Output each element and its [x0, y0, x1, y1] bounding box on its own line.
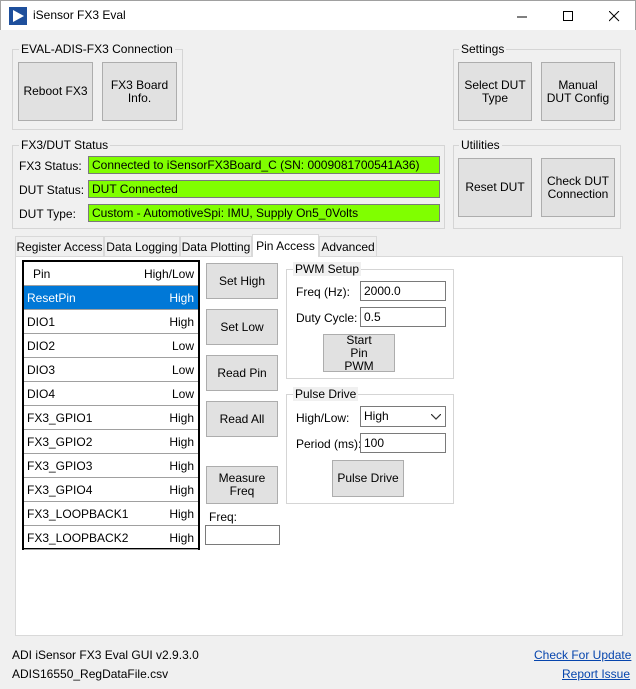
- tab-data-logging[interactable]: Data Logging: [104, 236, 180, 256]
- tab-advanced[interactable]: Advanced: [319, 236, 377, 256]
- status-group-title: FX3/DUT Status: [19, 138, 111, 152]
- check-for-update-link[interactable]: Check For Update: [534, 648, 631, 662]
- dut-status-label: DUT Status:: [19, 183, 85, 197]
- period-input[interactable]: [360, 433, 446, 453]
- pulse-level-select[interactable]: High: [360, 406, 446, 427]
- fx3-status-label: FX3 Status:: [19, 159, 82, 173]
- title-bar: iSensor FX3 Eval: [0, 0, 636, 30]
- pin-table[interactable]: Pin High/Low ResetPin High DIO1 High DIO2 Low…: [22, 260, 200, 550]
- pin-name-cell: FX3_GPIO3: [27, 459, 93, 473]
- pin-name-cell: FX3_GPIO4: [27, 483, 93, 497]
- minimize-icon: [516, 16, 527, 17]
- pin-name-cell: DIO4: [27, 387, 56, 401]
- pin-state-cell: High: [169, 459, 194, 473]
- pwm-setup-title: PWM Setup: [293, 262, 362, 276]
- pin-table-row[interactable]: DIO1 High: [24, 310, 198, 334]
- maximize-icon: [562, 10, 573, 21]
- pin-state-cell: Low: [171, 387, 194, 401]
- pin-state-cell: Low: [171, 339, 194, 353]
- pulse-drive-button[interactable]: Pulse Drive: [332, 460, 404, 497]
- pin-table-row[interactable]: DIO4 Low: [24, 382, 198, 406]
- pin-table-row[interactable]: ResetPin High: [24, 286, 198, 310]
- select-dut-type-button[interactable]: Select DUT Type: [458, 62, 532, 121]
- pin-name-cell: FX3_GPIO2: [27, 435, 93, 449]
- pulse-level-label: High/Low:: [296, 411, 350, 425]
- pin-state-cell: High: [169, 483, 194, 497]
- read-all-button[interactable]: Read All: [206, 401, 278, 437]
- report-issue-link[interactable]: Report Issue: [562, 667, 630, 681]
- data-file-text: ADIS16550_RegDataFile.csv: [12, 667, 169, 681]
- close-button[interactable]: [591, 1, 636, 31]
- pin-name-cell: ResetPin: [27, 291, 76, 305]
- dut-type-value: Custom - AutomotiveSpi: IMU, Supply On5_…: [88, 204, 440, 222]
- chevron-down-icon: [431, 414, 441, 420]
- fx3-board-info-button[interactable]: FX3 Board Info.: [102, 62, 177, 121]
- pin-state-cell: High: [169, 411, 194, 425]
- pwm-freq-label: Freq (Hz):: [296, 285, 350, 299]
- fx3-status-value: Connected to iSensorFX3Board_C (SN: 0009…: [88, 156, 440, 174]
- pin-name-cell: FX3_GPIO1: [27, 411, 93, 425]
- measure-freq-button[interactable]: Measure Freq: [206, 466, 278, 504]
- pin-state-cell: High: [169, 531, 194, 545]
- minimize-button[interactable]: [499, 1, 545, 31]
- set-low-button[interactable]: Set Low: [206, 309, 278, 345]
- pin-table-row[interactable]: DIO3 Low: [24, 358, 198, 382]
- freq-readout-field[interactable]: [205, 525, 280, 545]
- pin-state-cell: High: [169, 291, 194, 305]
- period-label: Period (ms):: [296, 437, 362, 451]
- pin-name-cell: DIO1: [27, 315, 56, 329]
- manual-dut-config-button[interactable]: Manual DUT Config: [541, 62, 615, 121]
- pin-table-row[interactable]: FX3_LOOPBACK1 High: [24, 502, 198, 526]
- window-title: iSensor FX3 Eval: [33, 8, 126, 22]
- connection-group-title: EVAL-ADIS-FX3 Connection: [19, 42, 175, 56]
- utilities-group-title: Utilities: [459, 138, 502, 152]
- pulse-level-value: High: [364, 409, 389, 423]
- check-dut-connection-button[interactable]: Check DUT Connection: [541, 158, 615, 217]
- pwm-freq-input[interactable]: [360, 281, 446, 301]
- pin-state-cell: Low: [171, 363, 194, 377]
- set-high-button[interactable]: Set High: [206, 263, 278, 299]
- state-column-header: High/Low: [143, 267, 194, 281]
- duty-cycle-label: Duty Cycle:: [296, 311, 358, 325]
- pin-state-cell: High: [169, 315, 194, 329]
- pin-table-row[interactable]: FX3_GPIO1 High: [24, 406, 198, 430]
- freq-label: Freq:: [209, 510, 238, 524]
- app-logo-icon: [9, 7, 27, 25]
- settings-group-title: Settings: [459, 42, 507, 56]
- pin-table-row[interactable]: FX3_LOOPBACK2 High: [24, 526, 198, 550]
- pin-state-cell: High: [169, 507, 194, 521]
- start-pin-pwm-button[interactable]: Start Pin PWM: [323, 333, 395, 372]
- duty-cycle-input[interactable]: [360, 307, 446, 327]
- pin-column-header: Pin: [33, 267, 51, 281]
- tab-pin-access[interactable]: Pin Access: [252, 234, 319, 257]
- pin-state-cell: High: [169, 435, 194, 449]
- pin-name-cell: DIO3: [27, 363, 56, 377]
- pin-table-row[interactable]: FX3_GPIO2 High: [24, 430, 198, 454]
- read-pin-button[interactable]: Read Pin: [206, 355, 278, 391]
- tab-register-access[interactable]: Register Access: [15, 236, 104, 256]
- pin-name-cell: DIO2: [27, 339, 56, 353]
- dut-status-value: DUT Connected: [88, 180, 440, 198]
- pin-name-cell: FX3_LOOPBACK1: [27, 507, 129, 521]
- maximize-button[interactable]: [545, 1, 591, 31]
- pulse-drive-title: Pulse Drive: [293, 387, 359, 401]
- reboot-fx3-button[interactable]: Reboot FX3: [18, 62, 93, 121]
- version-text: ADI iSensor FX3 Eval GUI v2.9.3.0: [12, 648, 199, 662]
- pin-table-row[interactable]: FX3_GPIO3 High: [24, 454, 198, 478]
- reset-dut-button[interactable]: Reset DUT: [458, 158, 532, 217]
- pin-table-row[interactable]: FX3_GPIO4 High: [24, 478, 198, 502]
- pin-name-cell: FX3_LOOPBACK2: [27, 531, 129, 545]
- close-icon: [608, 10, 619, 21]
- pin-table-row[interactable]: DIO2 Low: [24, 334, 198, 358]
- pin-table-header: Pin High/Low: [24, 262, 198, 286]
- dut-type-label: DUT Type:: [19, 207, 76, 221]
- tab-data-plotting[interactable]: Data Plotting: [180, 236, 252, 256]
